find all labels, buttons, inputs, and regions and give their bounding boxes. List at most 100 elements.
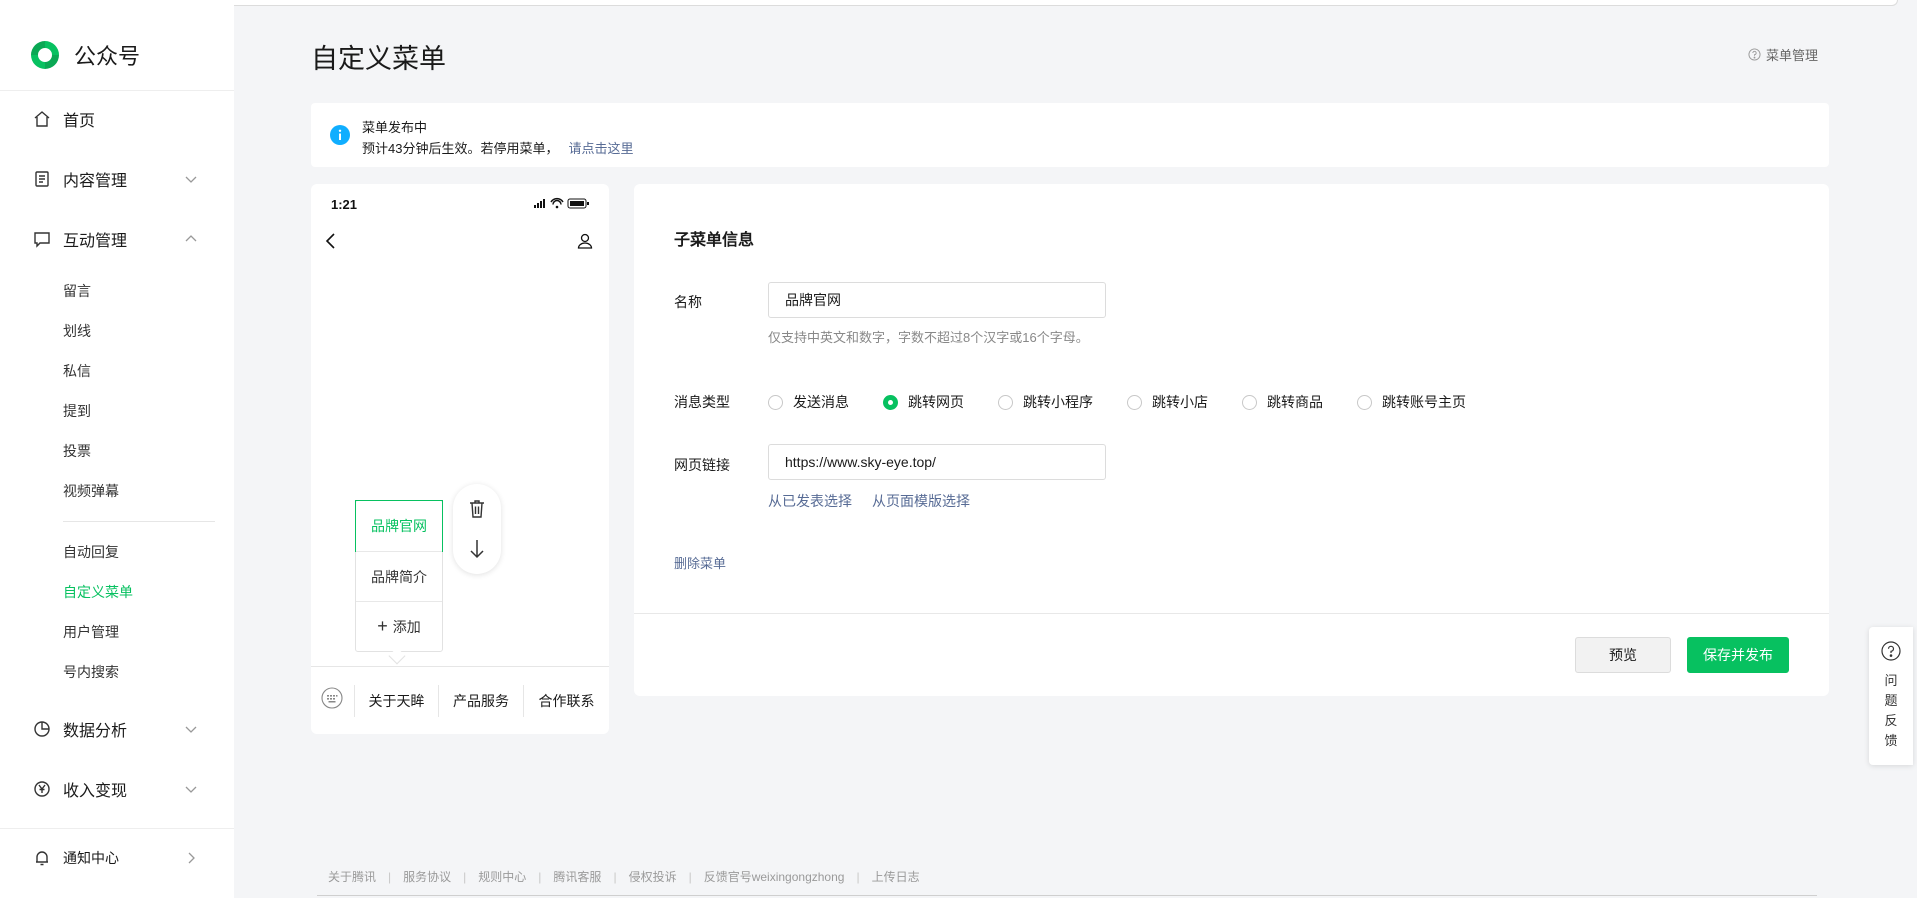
sidebar-subitem-underline[interactable]: 划线 xyxy=(63,321,91,341)
user-profile-icon[interactable] xyxy=(576,232,594,250)
brand-logo[interactable]: 公众号 xyxy=(28,38,140,72)
sidebar-item-analytics[interactable]: 数据分析 xyxy=(0,709,234,749)
notice-text: 预计43分钟后生效。若停用菜单， 请点击这里 xyxy=(362,138,633,157)
notice-stop-menu-link[interactable]: 请点击这里 xyxy=(568,141,633,156)
preview-button[interactable]: 预览 xyxy=(1575,637,1671,673)
sidebar-subitem-custom-menu[interactable]: 自定义菜单 xyxy=(63,582,133,602)
radio-jump-miniprogram[interactable]: 跳转小程序 xyxy=(998,392,1093,412)
divider xyxy=(63,521,215,522)
radio-label: 跳转小店 xyxy=(1152,394,1208,410)
footer-link-upload-log[interactable]: 上传日志 xyxy=(872,868,920,885)
radio-dot xyxy=(998,394,1013,410)
chevron-right-icon xyxy=(184,851,198,865)
radio-dot xyxy=(883,394,898,410)
sidebar-subitem-comments[interactable]: 留言 xyxy=(63,281,91,301)
chevron-down-icon xyxy=(184,172,198,186)
sidebar-subitem-user-management[interactable]: 用户管理 xyxy=(63,622,119,642)
sidebar-item-content[interactable]: 内容管理 xyxy=(0,159,234,199)
brand-name: 公众号 xyxy=(74,44,141,69)
sidebar-subitem-votes[interactable]: 投票 xyxy=(63,441,91,461)
radio-label: 跳转商品 xyxy=(1267,394,1323,410)
question-circle-icon xyxy=(1881,641,1901,661)
status-bar-icons xyxy=(534,197,590,209)
radio-jump-webpage[interactable]: 跳转网页 xyxy=(883,392,964,412)
question-circle-icon xyxy=(1748,48,1761,61)
status-time: 1:21 xyxy=(331,197,358,212)
section-title: 子菜单信息 xyxy=(674,232,755,249)
radio-label: 跳转小程序 xyxy=(1023,394,1093,410)
page-footer: 关于腾讯 | 服务协议 | 规则中心 | 腾讯客服 | 侵权投诉 | 反馈官号w… xyxy=(328,868,920,885)
name-label: 名称 xyxy=(674,294,702,310)
home-icon xyxy=(33,110,51,128)
radio-jump-product[interactable]: 跳转商品 xyxy=(1242,392,1323,412)
save-and-publish-button[interactable]: 保存并发布 xyxy=(1687,637,1789,673)
footer-separator: | xyxy=(613,869,617,884)
browser-top-edge xyxy=(78,0,1898,6)
radio-dot xyxy=(1127,394,1142,410)
sidebar-subitem-video-danmaku[interactable]: 视频弹幕 xyxy=(63,481,119,501)
select-from-published-link[interactable]: 从已发表选择 xyxy=(768,491,852,511)
sidebar-item-home[interactable]: 首页 xyxy=(0,99,234,139)
submenu-add-button[interactable]: + 添加 xyxy=(356,601,442,651)
wechat-official-logo-icon xyxy=(28,38,62,72)
page-title: 自定义菜单 xyxy=(311,44,446,74)
radio-jump-account-home[interactable]: 跳转账号主页 xyxy=(1357,392,1466,412)
chevron-down-icon xyxy=(184,722,198,736)
footer-separator: | xyxy=(388,869,392,884)
url-input[interactable]: https://www.sky-eye.top/ xyxy=(768,444,1106,480)
keyboard-icon[interactable] xyxy=(321,687,343,709)
footer-link-feedback-account[interactable]: 反馈官号weixingongzhong xyxy=(704,868,845,885)
radio-dot xyxy=(1242,394,1257,410)
sidebar-item-label: 首页 xyxy=(63,113,96,130)
menu-item-contact[interactable]: 合作联系 xyxy=(523,685,609,717)
help-link-label: 菜单管理 xyxy=(1766,48,1819,63)
sidebar-subitem-messages[interactable]: 私信 xyxy=(63,361,91,381)
submenu-item-brand-intro[interactable]: 品牌简介 xyxy=(356,551,442,601)
footer-separator: | xyxy=(688,869,692,884)
sidebar-item-label: 内容管理 xyxy=(63,173,128,190)
footer-link-rules[interactable]: 规则中心 xyxy=(478,868,526,885)
footer-separator: | xyxy=(538,869,542,884)
radio-label: 跳转网页 xyxy=(908,394,964,410)
menu-item-products[interactable]: 产品服务 xyxy=(438,685,523,717)
radio-jump-shop[interactable]: 跳转小店 xyxy=(1127,392,1208,412)
sidebar-item-label: 数据分析 xyxy=(63,723,128,740)
sidebar-subitem-auto-reply[interactable]: 自动回复 xyxy=(63,542,119,562)
sidebar-subitem-in-account-search[interactable]: 号内搜索 xyxy=(63,662,119,682)
footer-link-terms[interactable]: 服务协议 xyxy=(403,868,451,885)
footer-separator: | xyxy=(463,869,467,884)
footer-link-support[interactable]: 腾讯客服 xyxy=(553,868,601,885)
notice-title: 菜单发布中 xyxy=(362,120,428,135)
sidebar-item-interaction[interactable]: 互动管理 xyxy=(0,219,234,259)
radio-send-message[interactable]: 发送消息 xyxy=(768,392,849,412)
sidebar-subitem-mentions[interactable]: 提到 xyxy=(63,401,91,421)
delete-menu-link[interactable]: 删除菜单 xyxy=(674,553,726,572)
submenu-item-brand-site[interactable]: 品牌官网 xyxy=(355,500,443,552)
submenu-operations xyxy=(453,484,501,574)
menu-management-help-link[interactable]: 菜单管理 xyxy=(1748,45,1818,64)
submenu-popup: 品牌官网 品牌简介 + 添加 xyxy=(355,500,443,652)
name-hint: 仅支持中英文和数字，字数不超过8个汉字或16个字母。 xyxy=(768,330,1089,345)
feedback-tab[interactable]: 问 题 反 馈 xyxy=(1869,627,1913,765)
chat-icon xyxy=(33,230,51,248)
select-from-template-link[interactable]: 从页面模版选择 xyxy=(872,491,970,511)
footer-separator: | xyxy=(856,869,860,884)
sidebar-item-monetization[interactable]: 收入变现 xyxy=(0,769,234,809)
menu-item-about[interactable]: 关于天眸 xyxy=(354,685,438,717)
sidebar-item-notifications[interactable]: 通知中心 xyxy=(0,838,234,878)
trash-icon[interactable] xyxy=(467,498,487,520)
arrow-down-icon[interactable] xyxy=(467,538,487,560)
message-type-radio-group: 发送消息 跳转网页 跳转小程序 跳转小店 跳转商品 跳转账号主页 xyxy=(768,392,1466,412)
footer-link-infringement[interactable]: 侵权投诉 xyxy=(629,868,677,885)
message-type-label: 消息类型 xyxy=(674,394,730,410)
chevron-left-icon[interactable] xyxy=(323,232,339,250)
footer-link-about[interactable]: 关于腾讯 xyxy=(328,868,376,885)
add-label: 添加 xyxy=(392,618,421,635)
divider xyxy=(317,895,1817,896)
phone-menu-bar: 关于天眸 产品服务 合作联系 xyxy=(311,666,609,734)
plus-icon: + xyxy=(377,616,388,636)
document-icon xyxy=(33,170,51,188)
sidebar-item-label: 通知中心 xyxy=(63,850,119,866)
menu-name-input[interactable]: 品牌官网 xyxy=(768,282,1106,318)
sidebar-item-label: 收入变现 xyxy=(63,783,128,800)
